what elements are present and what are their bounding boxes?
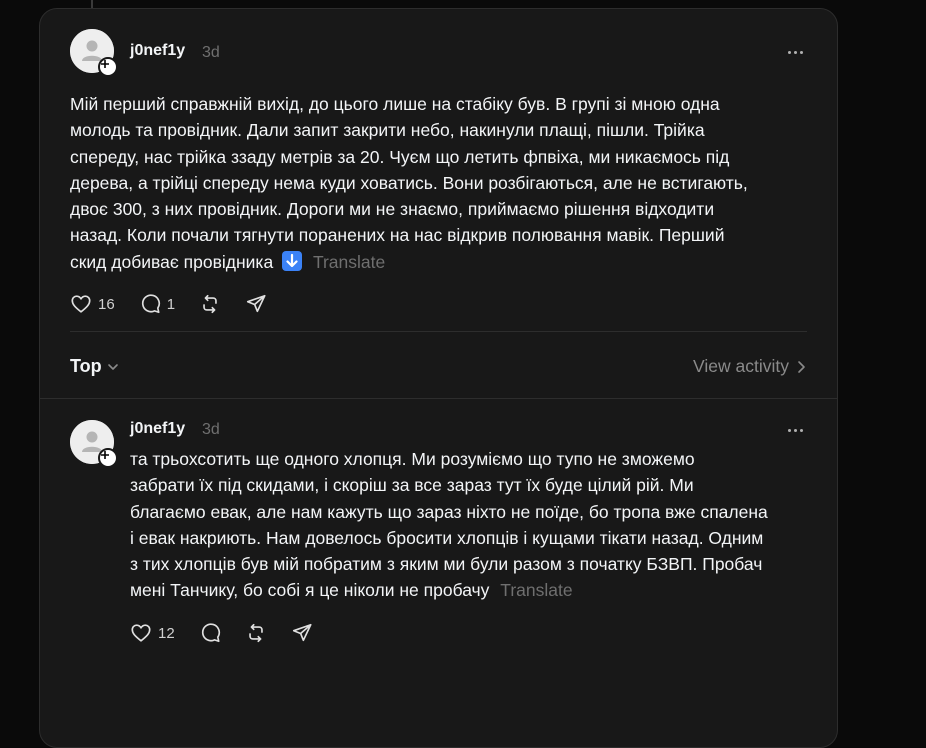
avatar[interactable]: [70, 29, 118, 77]
thread-card: j0nef1y 3d Мій перший справжній вихід, д…: [39, 8, 838, 748]
reply-username[interactable]: j0nef1y: [130, 420, 185, 438]
post-line: дерева, а трійці спереду нема куди ховат…: [70, 172, 748, 193]
like-count: 12: [158, 624, 175, 642]
post-last-line: скид добиває провідника Translate: [70, 249, 820, 275]
like-count: 16: [98, 295, 115, 313]
reply-time: 3d: [202, 421, 220, 438]
more-icon[interactable]: [783, 42, 807, 62]
avatar[interactable]: [70, 420, 118, 468]
more-icon[interactable]: [783, 420, 807, 440]
divider: [40, 398, 837, 399]
follow-plus-icon[interactable]: [98, 57, 118, 77]
view-activity-label: View activity: [693, 356, 789, 376]
reply-actions: 12: [130, 622, 337, 644]
reply-count: 1: [166, 295, 176, 313]
repost-button[interactable]: [245, 622, 267, 644]
heart-icon: [131, 624, 151, 642]
share-button[interactable]: [291, 622, 313, 644]
chevron-down-icon: [107, 363, 118, 370]
reply-last-line: мені Танчику, бо собі я це ніколи не про…: [130, 577, 830, 603]
reply-line: благаємо евак, але нам кажуть що зараз н…: [130, 501, 768, 522]
reply-line: мені Танчику, бо собі я це ніколи не про…: [130, 580, 490, 601]
reply-text: та трьохсотить ще одного хлопця. Ми розу…: [130, 446, 830, 604]
like-button[interactable]: 16: [70, 293, 115, 315]
reply-line: та трьохсотить ще одного хлопця. Ми розу…: [130, 449, 695, 469]
post-time: 3d: [202, 44, 220, 61]
comment-icon: [201, 623, 220, 643]
translate-link[interactable]: Translate: [313, 252, 385, 272]
down-arrow-emoji-icon: [282, 250, 303, 271]
like-button[interactable]: 12: [130, 622, 175, 644]
post-text: Мій перший справжній вихід, до цього лиш…: [70, 91, 820, 275]
post-line: скид добиває провідника: [70, 251, 274, 272]
post-actions: 16 1: [70, 293, 291, 315]
reply-line: з тих хлопців був мій побратим з яким ми…: [130, 554, 763, 575]
sort-label: Top: [70, 356, 102, 376]
post-username[interactable]: j0nef1y: [130, 42, 185, 60]
post-line: назад. Коли почали тягнути поранених на …: [70, 225, 725, 246]
share-icon: [292, 623, 312, 642]
chevron-right-icon: [798, 360, 805, 373]
translate-link[interactable]: Translate: [500, 580, 572, 600]
share-icon: [246, 294, 266, 313]
reply-line: забрати їх під скидами, і скоріш за все …: [130, 475, 694, 496]
post-line: спереду, нас трійка ззаду метрів за 20. …: [70, 146, 730, 167]
reply-button[interactable]: [199, 622, 221, 644]
repost-icon: [248, 623, 263, 643]
reply-line: і евак накриють. Нам довелось бросити хл…: [130, 527, 764, 548]
repost-icon: [203, 294, 217, 314]
divider: [70, 331, 807, 332]
post-line: двоє 300, з них провідник. Дороги ми не …: [70, 199, 715, 220]
thread-connector-line: [91, 0, 93, 8]
post-line: молодь та провідник. Дали запит закрити …: [70, 120, 705, 141]
share-button[interactable]: [245, 293, 267, 315]
follow-plus-icon[interactable]: [98, 448, 118, 468]
repost-button[interactable]: [199, 293, 221, 315]
sort-dropdown[interactable]: Top: [70, 356, 120, 377]
comment-icon: [141, 294, 160, 314]
heart-icon: [71, 295, 91, 313]
post-line: Мій перший справжній вихід, до цього лиш…: [70, 94, 720, 114]
view-activity-link[interactable]: View activity: [693, 356, 807, 377]
reply-button[interactable]: 1: [139, 293, 175, 315]
